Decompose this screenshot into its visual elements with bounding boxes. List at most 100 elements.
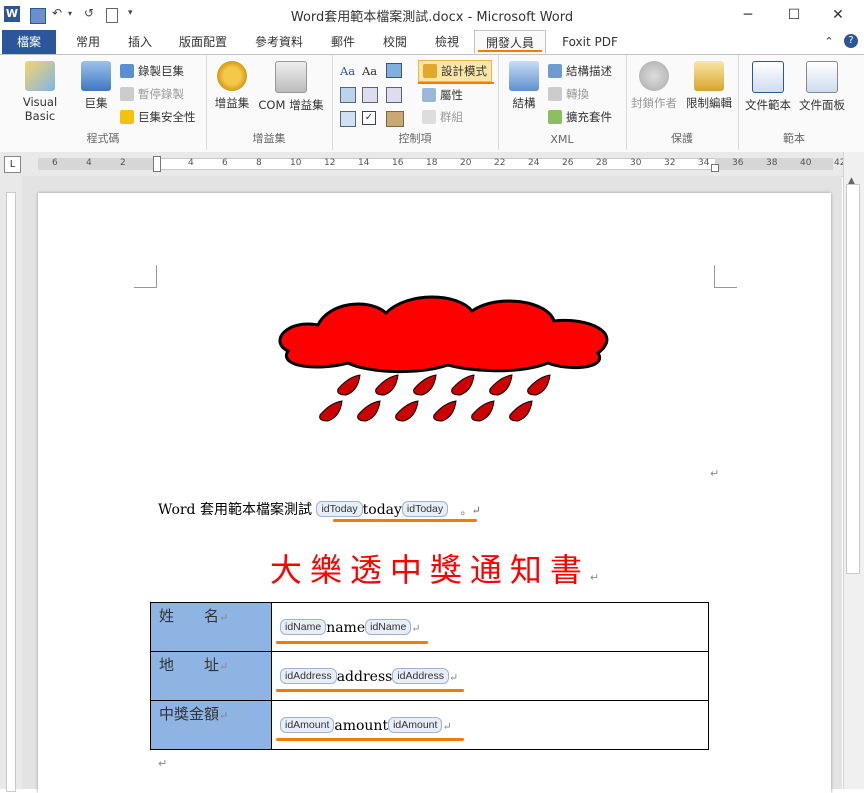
tab-selector[interactable]: L	[4, 156, 21, 173]
table-row: 姓 名↵ idName name idName ↵	[150, 602, 709, 652]
structure-button[interactable]: 結構	[504, 61, 544, 111]
collapse-ribbon-icon[interactable]: ⌃	[820, 30, 838, 54]
address-label-cell[interactable]: 地 址↵	[150, 651, 272, 701]
group-addins: 增益集 COM 增益集 增益集	[206, 55, 333, 150]
name-control-start-tag[interactable]: idName	[280, 619, 327, 635]
help-icon[interactable]: ?	[844, 34, 858, 48]
plain-text-control-icon[interactable]: Aa	[362, 61, 377, 81]
legacy-tools-icon[interactable]	[386, 111, 404, 127]
indent-marker[interactable]	[153, 156, 161, 172]
address-value-cell[interactable]: idAddress address idAddress ↵	[271, 651, 709, 701]
building-block-control-icon[interactable]	[340, 87, 356, 103]
scrollbar-thumb[interactable]	[846, 184, 860, 574]
cloud-shape	[278, 295, 609, 374]
dropdown-list-control-icon[interactable]	[386, 87, 402, 103]
margin-corner-top-left	[134, 265, 157, 288]
visual-basic-button[interactable]: Visual Basic	[6, 61, 74, 123]
block-authors-button[interactable]: 封鎖作者	[628, 61, 680, 111]
today-control-underline	[333, 519, 477, 522]
tab-home[interactable]: 常用	[64, 30, 112, 54]
macros-icon	[81, 61, 111, 91]
tab-mailings[interactable]: 郵件	[320, 30, 366, 54]
heading-paragraph-mark: ↵	[589, 571, 600, 584]
tab-page-layout[interactable]: 版面配置	[170, 30, 236, 54]
address-control-underline	[276, 689, 464, 692]
com-addins-icon	[275, 61, 307, 93]
content-control-start-tag[interactable]: idToday	[316, 501, 363, 517]
expansion-packs-button[interactable]: 擴充套件	[548, 107, 612, 127]
transform-button[interactable]: 轉換	[548, 84, 589, 104]
com-addins-button[interactable]: COM 增益集	[256, 61, 326, 113]
name-control-end-tag[interactable]: idName	[365, 619, 412, 635]
document-page[interactable]: ↵ Word 套用範本檔案測試 idToday today idToday 。↵ 大…	[38, 193, 831, 793]
vertical-ruler	[0, 176, 22, 792]
content-control-end-tag[interactable]: idToday	[401, 501, 449, 517]
ruler-mark: 4	[86, 158, 92, 168]
record-macro-button[interactable]: 錄製巨集	[120, 61, 184, 81]
tab-references[interactable]: 參考資料	[246, 30, 312, 54]
maximize-button[interactable]: ☐	[774, 4, 814, 26]
rich-text-control-icon[interactable]: Aa	[340, 61, 355, 81]
group-xml: 結構 結構描述 轉換 擴充套件 XML	[498, 55, 627, 150]
name-label-cell[interactable]: 姓 名↵	[150, 602, 272, 652]
picture-control-icon[interactable]	[386, 63, 402, 78]
addins-button[interactable]: 增益集	[212, 61, 252, 111]
amount-value[interactable]: amount	[334, 718, 388, 734]
document-template-button[interactable]: 文件範本	[742, 61, 794, 113]
intro-end: 。↵	[460, 504, 481, 517]
design-mode-button[interactable]: 設計模式	[418, 60, 492, 82]
design-mode-highlight	[418, 82, 494, 84]
amount-control-start-tag[interactable]: idAmount	[280, 717, 335, 733]
minimize-button[interactable]: ─	[728, 4, 768, 26]
today-value[interactable]: today	[363, 502, 402, 518]
ruler-mark: 30	[630, 158, 642, 168]
right-indent-marker[interactable]	[711, 164, 719, 172]
ruler-mark: 4	[188, 158, 194, 168]
address-value[interactable]: address	[337, 669, 393, 685]
amount-control-underline	[276, 738, 464, 741]
ruler-mark: 40	[800, 158, 812, 168]
amount-control-end-tag[interactable]: idAmount	[388, 717, 443, 733]
tab-review[interactable]: 校閱	[372, 30, 418, 54]
document-heading[interactable]: 大樂透中獎通知書	[270, 551, 590, 589]
margin-corner-top-right	[714, 265, 737, 288]
rain-cloud-image[interactable]	[268, 291, 648, 466]
amount-value-cell[interactable]: idAmount amount idAmount ↵	[271, 700, 709, 750]
design-mode-icon	[423, 64, 437, 78]
tab-insert[interactable]: 插入	[118, 30, 162, 54]
group-icon	[422, 110, 436, 124]
ruler-mark: 36	[732, 158, 744, 168]
close-button[interactable]: ✕	[818, 4, 858, 26]
document-panel-icon	[806, 61, 838, 93]
name-value[interactable]: name	[326, 620, 365, 636]
ruler-mark: 38	[766, 158, 778, 168]
intro-line[interactable]: Word 套用範本檔案測試 idToday today idToday 。↵	[158, 499, 481, 519]
pause-recording-button[interactable]: 暫停錄製	[120, 84, 184, 104]
restrict-editing-button[interactable]: 限制編輯	[682, 61, 736, 111]
title-bar: W ↶ ▾ ↺ ▾ Word套用範本檔案測試.docx - Microsoft …	[0, 0, 864, 30]
tab-foxit-pdf[interactable]: Foxit PDF	[554, 30, 626, 54]
schema-button[interactable]: 結構描述	[548, 61, 612, 81]
group-protect: 封鎖作者 限制編輯 保護	[626, 55, 739, 150]
group-button[interactable]: 群組	[422, 107, 463, 127]
address-control-end-tag[interactable]: idAddress	[392, 668, 450, 684]
properties-button[interactable]: 屬性	[422, 85, 463, 105]
group-protect-label: 保護	[671, 132, 693, 145]
date-picker-control-icon[interactable]	[340, 111, 356, 127]
macros-button[interactable]: 巨集	[78, 61, 114, 111]
horizontal-ruler[interactable]: L 64224681012141618202224262830323436384…	[0, 152, 864, 177]
macro-security-button[interactable]: 巨集安全性	[120, 107, 196, 127]
ruler-mark: 2	[120, 158, 126, 168]
tab-view[interactable]: 檢視	[424, 30, 470, 54]
amount-label-cell[interactable]: 中獎金額↵	[150, 700, 272, 750]
ruler-mark: 10	[290, 158, 302, 168]
ruler-mark: 16	[392, 158, 404, 168]
combo-box-control-icon[interactable]	[362, 87, 378, 103]
ruler-mark: 26	[562, 158, 574, 168]
checkbox-control-icon[interactable]: ✓	[362, 111, 376, 125]
name-value-cell[interactable]: idName name idName ↵	[271, 602, 709, 652]
document-panel-button[interactable]: 文件面板	[796, 61, 848, 113]
address-control-start-tag[interactable]: idAddress	[280, 668, 337, 684]
tab-file[interactable]: 檔案	[2, 30, 56, 54]
group-code: Visual Basic 巨集 錄製巨集 暫停錄製 巨集安全性 程式碼	[0, 55, 207, 150]
